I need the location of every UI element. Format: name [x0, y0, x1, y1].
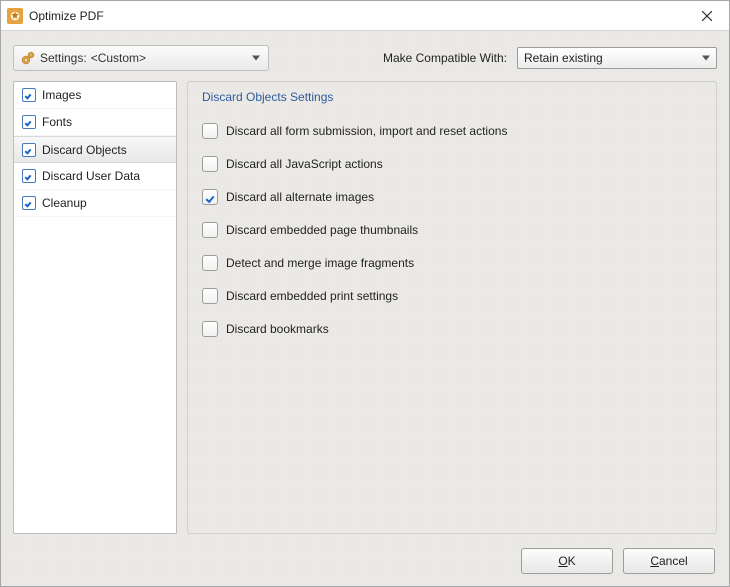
chevron-down-icon	[702, 56, 710, 61]
option-label[interactable]: Detect and merge image fragments	[226, 256, 414, 270]
option-label[interactable]: Discard all form submission, import and …	[226, 124, 507, 138]
sidebar-item-fonts[interactable]: Fonts	[14, 109, 176, 136]
gear-icon	[20, 50, 36, 66]
sidebar-item-images[interactable]: Images	[14, 82, 176, 109]
sidebar-item-checkbox[interactable]	[22, 88, 36, 102]
option-label[interactable]: Discard all JavaScript actions	[226, 157, 383, 171]
settings-label: Settings:	[40, 51, 87, 65]
close-button[interactable]	[685, 1, 729, 31]
sidebar-item-checkbox[interactable]	[22, 143, 36, 157]
option-checkbox[interactable]	[202, 123, 218, 139]
sidebar-item-label: Cleanup	[42, 196, 87, 210]
compat-dropdown[interactable]: Retain existing	[517, 47, 717, 69]
optimize-pdf-dialog: Optimize PDF	[0, 0, 730, 587]
app-icon	[7, 8, 23, 24]
sidebar-item-label: Discard Objects	[42, 143, 127, 157]
titlebar: Optimize PDF	[1, 1, 729, 31]
category-sidebar: Images Fonts Discard Objects Discard User D…	[13, 81, 177, 534]
ok-button[interactable]: OK	[521, 548, 613, 574]
settings-value: <Custom>	[91, 51, 146, 65]
option-label[interactable]: Discard embedded print settings	[226, 289, 398, 303]
cancel-button[interactable]: Cancel	[623, 548, 715, 574]
top-row: Settings: <Custom> Make Compatible With:…	[13, 43, 717, 73]
options-list: Discard all form submission, import and …	[202, 114, 702, 345]
option-checkbox[interactable]	[202, 189, 218, 205]
sidebar-item-cleanup[interactable]: Cleanup	[14, 190, 176, 217]
sidebar-item-checkbox[interactable]	[22, 196, 36, 210]
option-label[interactable]: Discard all alternate images	[226, 190, 374, 204]
option-checkbox[interactable]	[202, 156, 218, 172]
option-row: Discard all form submission, import and …	[202, 114, 702, 147]
option-row: Discard embedded print settings	[202, 279, 702, 312]
discard-objects-panel: Discard Objects Settings Discard all for…	[187, 81, 717, 534]
ok-mnemonic: O	[558, 554, 567, 568]
option-label[interactable]: Discard bookmarks	[226, 322, 329, 336]
window-title: Optimize PDF	[29, 9, 104, 23]
compat-label: Make Compatible With:	[383, 51, 507, 65]
sidebar-item-discard-objects[interactable]: Discard Objects	[14, 136, 176, 163]
option-checkbox[interactable]	[202, 222, 218, 238]
chevron-down-icon	[252, 56, 260, 61]
dialog-buttons: OK Cancel	[13, 542, 717, 580]
panel-title: Discard Objects Settings	[202, 90, 702, 104]
compat-value: Retain existing	[524, 51, 603, 65]
option-checkbox[interactable]	[202, 321, 218, 337]
sidebar-item-checkbox[interactable]	[22, 169, 36, 183]
option-checkbox[interactable]	[202, 288, 218, 304]
sidebar-item-discard-user-data[interactable]: Discard User Data	[14, 163, 176, 190]
dialog-body: Settings: <Custom> Make Compatible With:…	[1, 31, 729, 586]
sidebar-item-label: Discard User Data	[42, 169, 140, 183]
option-checkbox[interactable]	[202, 255, 218, 271]
settings-dropdown[interactable]: Settings: <Custom>	[13, 45, 269, 71]
middle-area: Images Fonts Discard Objects Discard User D…	[13, 81, 717, 534]
option-row: Discard embedded page thumbnails	[202, 213, 702, 246]
option-row: Detect and merge image fragments	[202, 246, 702, 279]
sidebar-item-label: Fonts	[42, 115, 72, 129]
close-icon	[702, 11, 712, 21]
option-row: Discard all JavaScript actions	[202, 147, 702, 180]
option-label[interactable]: Discard embedded page thumbnails	[226, 223, 418, 237]
option-row: Discard bookmarks	[202, 312, 702, 345]
sidebar-item-checkbox[interactable]	[22, 115, 36, 129]
sidebar-item-label: Images	[42, 88, 81, 102]
cancel-mnemonic: C	[650, 554, 659, 568]
option-row: Discard all alternate images	[202, 180, 702, 213]
panel-column: Discard Objects Settings Discard all for…	[187, 81, 717, 534]
